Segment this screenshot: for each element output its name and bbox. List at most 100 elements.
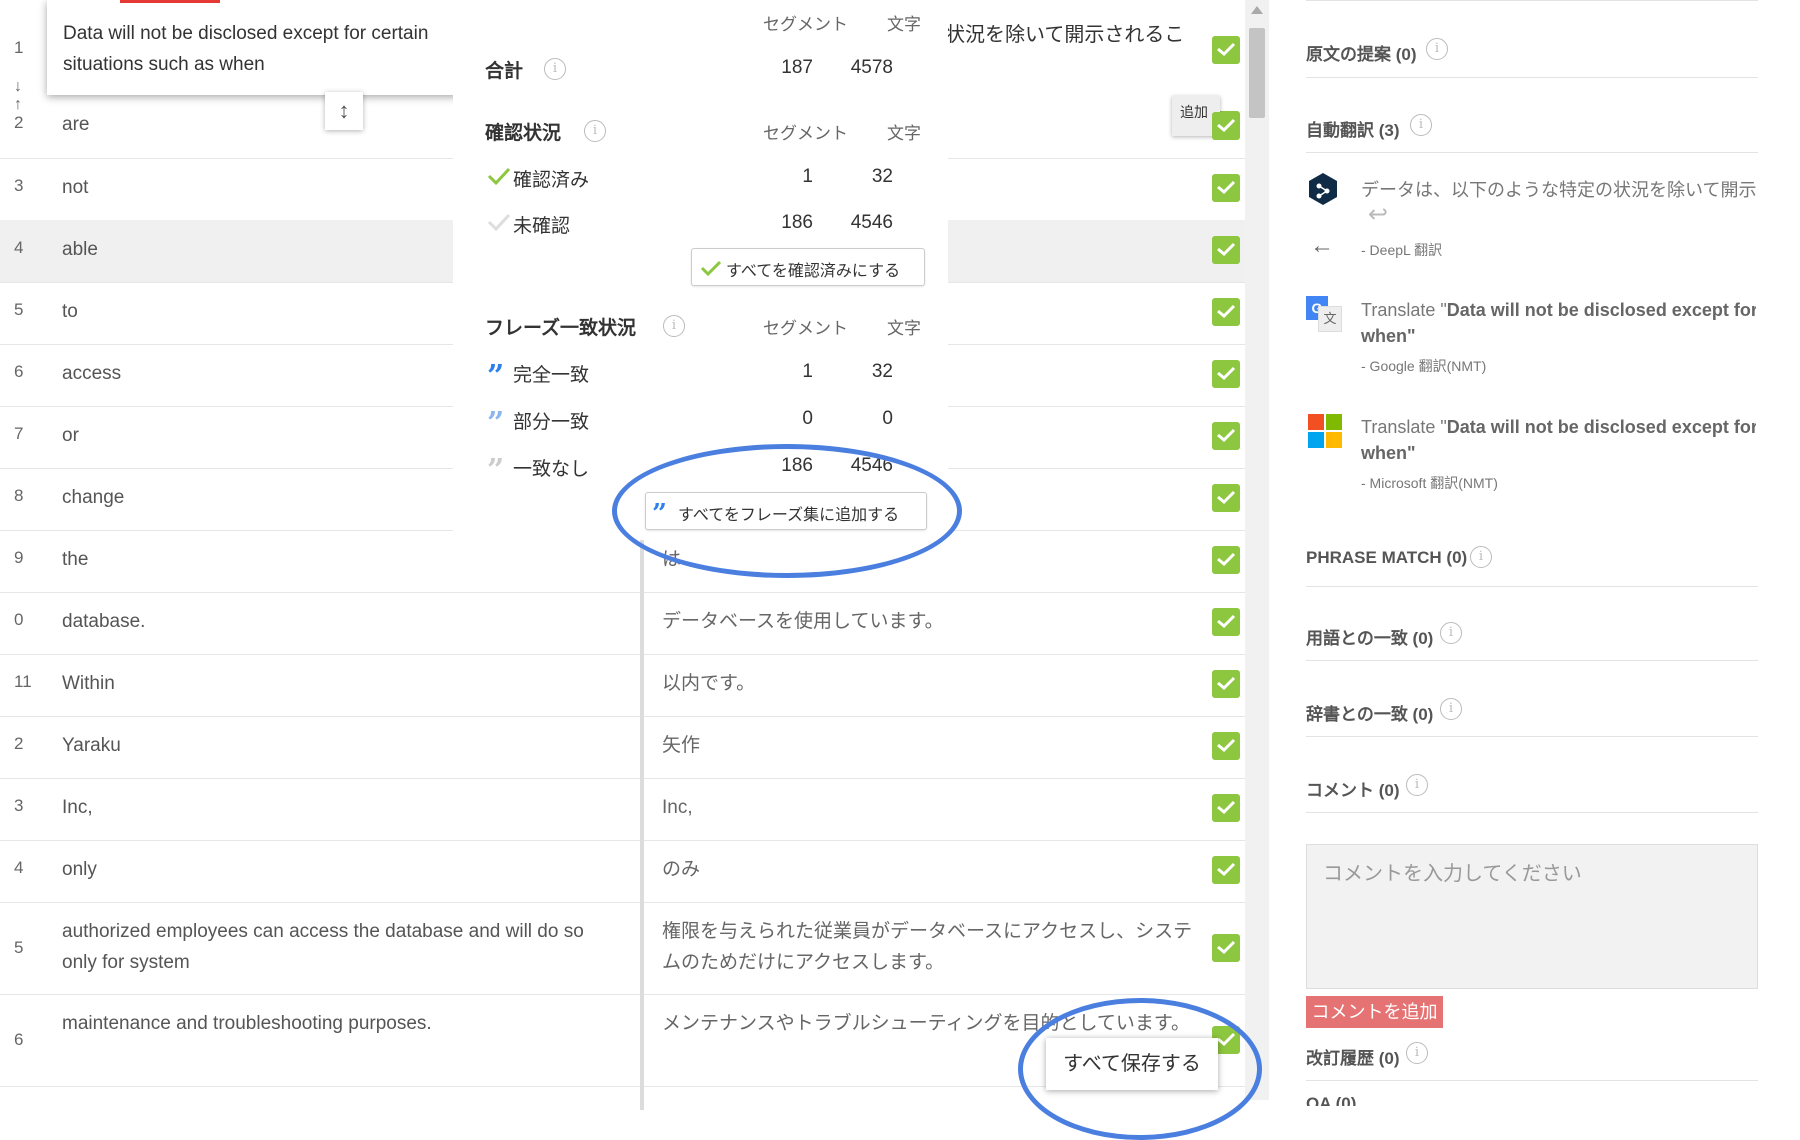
segment-row[interactable]: 5 authorized employees can access the dat… <box>0 902 1255 995</box>
confirm-all-label: すべてを確認済みにする <box>726 263 901 280</box>
deepl-translation-text[interactable]: データは、以下のような特定の状況を除いて開示されることはありません <box>1361 176 1756 202</box>
confirmed-segments: 1 <box>802 166 813 187</box>
segment-row[interactable]: 11 Within 以内です。 <box>0 654 1255 717</box>
target-text[interactable]: 矢作 <box>662 730 1202 761</box>
target-text[interactable]: データベースを使用しています。 <box>662 606 1202 637</box>
save-all-button[interactable]: すべて保存する <box>1046 1038 1218 1090</box>
confirm-checkbox[interactable] <box>1212 422 1240 450</box>
scroll-up-icon[interactable] <box>1251 6 1263 14</box>
target-text[interactable]: Inc, <box>662 792 1202 823</box>
divider <box>1306 736 1758 737</box>
source-suggestions-header[interactable]: 原文の提案 (0) <box>1306 40 1417 65</box>
source-text[interactable]: the <box>62 544 602 575</box>
segment-row[interactable]: 4 only のみ <box>0 840 1255 903</box>
row-number: 2 <box>14 734 24 753</box>
confirmed-chars: 32 <box>871 166 893 187</box>
sort-arrows-icon[interactable]: ↓ ↑ <box>14 78 22 114</box>
insert-arrow-icon[interactable]: ← <box>1310 232 1334 260</box>
column-divider[interactable] <box>640 540 644 1110</box>
confirm-checkbox[interactable] <box>1212 856 1240 884</box>
exact-match-label: 完全一致 <box>513 365 590 386</box>
info-icon[interactable]: i <box>544 58 566 80</box>
mt-prefix: Translate " <box>1361 300 1447 320</box>
col-chars-header: 文字 <box>887 15 921 34</box>
confirm-checkbox[interactable] <box>1212 360 1240 388</box>
partial-match-quote-icon: ” <box>487 406 505 441</box>
confirm-status-title: 確認状況 <box>485 123 562 144</box>
comment-placeholder: コメントを入力してください <box>1323 863 1582 885</box>
info-icon[interactable]: i <box>1426 38 1448 60</box>
term-match-header[interactable]: 用語との一致 (0) <box>1306 624 1433 649</box>
scroll-thumb[interactable] <box>1249 28 1265 118</box>
scrollbar[interactable] <box>1245 0 1269 1100</box>
total-label: 合計 <box>485 61 524 82</box>
target-text[interactable]: 権限を与えられた従業員がデータベースにアクセスし、システムのためだけにアクセスし… <box>662 916 1202 978</box>
info-icon[interactable]: i <box>1406 1042 1428 1064</box>
divider <box>1306 660 1758 661</box>
right-panel: 原文の提案 (0) i 自動翻訳 (3) i データは、以下のような特定の状況を… <box>1306 0 1758 1110</box>
total-chars: 4578 <box>850 57 893 78</box>
target-text[interactable]: 以内です。 <box>662 668 1202 699</box>
partial-match-label: 部分一致 <box>513 412 590 433</box>
source-text[interactable]: maintenance and troubleshooting purposes… <box>62 1008 602 1039</box>
deepl-icon <box>1308 172 1338 213</box>
comment-input[interactable]: コメントを入力してください <box>1306 844 1758 989</box>
row-number: 5 <box>14 938 24 957</box>
segment-row[interactable]: 2 Yaraku 矢作 <box>0 716 1255 779</box>
confirm-checkbox[interactable] <box>1212 174 1240 202</box>
source-text[interactable]: Within <box>62 668 602 699</box>
qa-header[interactable]: QA (0) <box>1306 1094 1356 1106</box>
resize-handle-icon[interactable]: ↕ <box>325 92 363 130</box>
return-icon[interactable]: ↩ <box>1368 200 1388 229</box>
microsoft-translation-text[interactable]: Translate "Data will not be disclosed ex… <box>1361 417 1756 438</box>
segment-row[interactable]: 0 database. データベースを使用しています。 <box>0 592 1255 655</box>
source-text[interactable]: Yaraku <box>62 730 602 761</box>
info-icon[interactable]: i <box>1410 114 1432 136</box>
info-icon[interactable]: i <box>1406 774 1428 796</box>
confirm-checkbox[interactable] <box>1212 794 1240 822</box>
target-text[interactable]: のみ <box>662 854 1202 885</box>
source-popup-text: Data will not be disclosed except for ce… <box>63 23 429 75</box>
info-icon[interactable]: i <box>1470 546 1492 568</box>
add-comment-button[interactable]: コメントを追加 <box>1306 996 1443 1028</box>
info-icon[interactable]: i <box>663 315 685 337</box>
auto-translation-header[interactable]: 自動翻訳 (3) <box>1306 116 1400 141</box>
confirm-checkbox[interactable] <box>1212 484 1240 512</box>
row-number: 11 <box>14 672 32 691</box>
row-number: 3 <box>14 796 24 815</box>
segment-row[interactable]: 3 Inc, Inc, <box>0 778 1255 841</box>
source-text[interactable]: database. <box>62 606 602 637</box>
divider <box>1306 77 1758 78</box>
info-icon[interactable]: i <box>1440 698 1462 720</box>
unconfirmed-segments: 186 <box>781 212 813 233</box>
comments-header[interactable]: コメント (0) <box>1306 776 1400 801</box>
col-segment-header: セグメント <box>763 124 848 143</box>
source-text[interactable]: only <box>62 854 602 885</box>
col-chars-header: 文字 <box>887 124 921 143</box>
exact-segments: 1 <box>802 361 813 382</box>
confirm-checkbox[interactable] <box>1212 36 1240 64</box>
confirm-checkbox[interactable] <box>1212 112 1240 140</box>
confirmed-label: 確認済み <box>513 170 590 191</box>
info-icon[interactable]: i <box>584 120 606 142</box>
confirm-checkbox[interactable] <box>1212 298 1240 326</box>
dictionary-match-header[interactable]: 辞書との一致 (0) <box>1306 700 1433 725</box>
revision-history-header[interactable]: 改訂履歴 (0) <box>1306 1044 1400 1069</box>
confirm-checkbox[interactable] <box>1212 670 1240 698</box>
phrase-match-header[interactable]: PHRASE MATCH (0) <box>1306 548 1467 568</box>
confirm-checkbox[interactable] <box>1212 236 1240 264</box>
info-icon[interactable]: i <box>1440 622 1462 644</box>
row-number: 5 <box>14 300 24 319</box>
confirm-checkbox[interactable] <box>1212 608 1240 636</box>
confirm-all-button[interactable]: すべてを確認済みにする <box>691 248 925 286</box>
source-text[interactable]: Inc, <box>62 792 602 823</box>
confirm-checkbox[interactable] <box>1212 732 1240 760</box>
microsoft-source-label: - Microsoft 翻訳(NMT) <box>1361 475 1498 491</box>
divider <box>1306 812 1758 813</box>
col-segment-header: セグメント <box>763 15 848 34</box>
confirm-checkbox[interactable] <box>1212 546 1240 574</box>
google-translation-text[interactable]: Translate "Data will not be disclosed ex… <box>1361 300 1756 321</box>
confirm-checkbox[interactable] <box>1212 934 1240 962</box>
source-text[interactable]: authorized employees can access the data… <box>62 916 602 978</box>
row-number: 2 <box>14 113 24 132</box>
